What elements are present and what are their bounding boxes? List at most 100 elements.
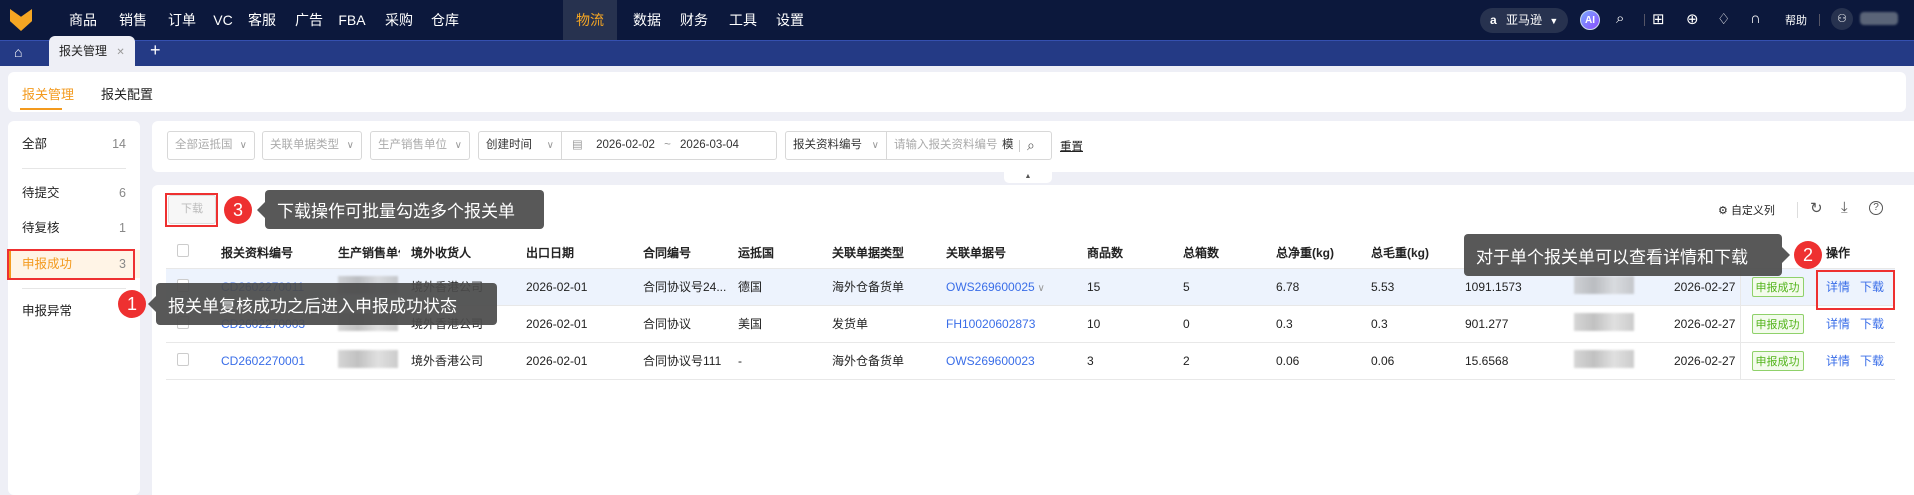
logo-icon[interactable] [10, 9, 32, 31]
boxes-value: 5 [1183, 279, 1190, 294]
annotation-box-download [165, 193, 218, 227]
country-select[interactable]: 全部运抵国 ∨ [167, 131, 255, 160]
nav-item-12[interactable]: 工具 [716, 0, 770, 40]
blurred-value [1574, 276, 1634, 294]
search-input[interactable]: 请输入报关资料编号 模 ⌕ [886, 131, 1052, 160]
cell: 5.53 [1360, 268, 1454, 306]
nav-item-0[interactable]: 商品 [56, 0, 110, 40]
date-separator: ~ [664, 139, 671, 151]
avatar[interactable]: ⚇ [1831, 8, 1853, 30]
custom-columns-button[interactable]: ⚙ 自定义列 [1718, 202, 1775, 218]
download-link[interactable]: 下载 [1860, 317, 1884, 331]
annotation-tooltip-3: 下载操作可批量勾选多个报关单 [265, 190, 544, 229]
sub-tabs: 报关管理 报关配置 [8, 72, 1906, 112]
close-icon[interactable]: ✕ [116, 47, 124, 58]
chevron-down-icon: ∨ [546, 140, 554, 151]
apps-grid-icon[interactable]: ⊞ [1652, 10, 1665, 28]
nav-item-10[interactable]: 数据 [620, 0, 674, 40]
chevron-down-icon: ∨ [346, 140, 354, 151]
detail-link[interactable]: 详情 [1826, 354, 1850, 368]
consignee-value: 境外香港公司 [411, 354, 484, 368]
net-value: 0.06 [1276, 353, 1300, 368]
cell: 海外仓备货单 [821, 268, 935, 306]
row-checkbox[interactable] [177, 352, 189, 366]
cell: 2026-02-01 [515, 305, 632, 343]
export-icon[interactable]: ⤓ [1841, 199, 1848, 216]
cell: FH10020602873 [935, 305, 1076, 343]
doc-no-link[interactable]: OWS269600023 [946, 354, 1035, 368]
detail-link[interactable]: 详情 [1826, 317, 1850, 331]
select-all-checkbox[interactable] [177, 244, 189, 258]
collapse-filter-toggle[interactable]: ▲ [1004, 172, 1052, 183]
time-field-select[interactable]: 创建时间 ∨ [478, 131, 562, 160]
download-circle-icon[interactable]: ⊕ [1686, 10, 1699, 28]
search-icon[interactable]: ⌕ [1616, 10, 1624, 27]
label: 全部运抵国 [175, 139, 233, 151]
label: 自定义列 [1730, 205, 1775, 217]
nav-item-9[interactable]: 物流 [563, 0, 617, 40]
ai-button[interactable]: AI [1580, 10, 1600, 30]
search-icon[interactable]: ⌕ [1027, 132, 1035, 159]
cell: 901.277 [1454, 305, 1563, 343]
column-header: 商品数 [1076, 237, 1172, 269]
subtab-customs-config[interactable]: 报关配置 [101, 84, 153, 103]
contract-value: 合同协议 [643, 317, 692, 331]
bell-icon[interactable]: ♢ [1717, 10, 1730, 28]
annotation-badge-1: 1 [118, 290, 146, 318]
doc-no-link[interactable]: OWS269600025 [946, 280, 1035, 294]
blurred-value [338, 350, 398, 368]
table-row[interactable]: CD2602270001 境外香港公司 2026-02-01 合同协议号111 - 海外仓… [166, 342, 1895, 380]
sidebar-item-all[interactable]: 全部 14 [8, 130, 140, 158]
count: 14 [112, 137, 126, 151]
headset-icon[interactable]: ∩ [1750, 10, 1761, 27]
customs-id-link[interactable]: CD2602270001 [221, 354, 305, 368]
subtab-customs-management[interactable]: 报关管理 [22, 84, 74, 103]
nav-item-4[interactable]: 客服 [235, 0, 289, 40]
annotation-badge-3: 3 [224, 196, 252, 224]
help-icon[interactable]: ? [1869, 201, 1883, 215]
cell: 发货单 [821, 305, 935, 343]
cell: CD2602270001 [210, 342, 327, 380]
calendar-icon: ▤ [572, 139, 583, 151]
add-tab-icon[interactable]: + [150, 40, 161, 61]
cell [1563, 305, 1663, 343]
help-link[interactable]: 帮助 [1785, 12, 1807, 28]
nav-item-11[interactable]: 财务 [667, 0, 721, 40]
divider [22, 288, 126, 289]
cell: 3 [1076, 342, 1172, 380]
nav-item-8[interactable]: 仓库 [418, 0, 472, 40]
nav-item-13[interactable]: 设置 [763, 0, 817, 40]
cell: 海外仓备货单 [821, 342, 935, 380]
download-link[interactable]: 下载 [1860, 354, 1884, 368]
home-icon[interactable]: ⌂ [14, 44, 22, 60]
tab-customs-management[interactable]: 报关管理 ✕ [49, 36, 135, 66]
cell: 境外香港公司 [400, 342, 515, 380]
cell: 申报成功 [1739, 305, 1815, 343]
fuzzy-toggle[interactable]: 模 [1002, 132, 1014, 159]
reset-button[interactable]: 重置 [1060, 138, 1083, 154]
sidebar-item-pending-submit[interactable]: 待提交 6 [8, 179, 140, 207]
country-value: 美国 [738, 317, 763, 331]
divider [1797, 202, 1798, 218]
chevron-down-icon[interactable]: ∨ [1035, 283, 1045, 294]
doc-no-link[interactable]: FH10020602873 [946, 317, 1035, 331]
cell: 0.06 [1265, 342, 1360, 380]
cell: 0.06 [1360, 342, 1454, 380]
gross-value: 5.53 [1371, 279, 1395, 294]
nav-item-1[interactable]: 销售 [106, 0, 160, 40]
nav-item-6[interactable]: FBA [325, 0, 379, 40]
refresh-icon[interactable]: ↻ [1810, 199, 1823, 217]
sidebar-item-pending-review[interactable]: 待复核 1 [8, 214, 140, 242]
gross-value: 0.06 [1371, 353, 1395, 368]
column-header: 境外收货人 [400, 237, 515, 269]
label: 3 [232, 200, 243, 220]
username-blurred[interactable] [1860, 12, 1898, 25]
doc-type-select[interactable]: 关联单据类型 ∨ [262, 131, 362, 160]
search-field-select[interactable]: 报关资料编号 ∨ [785, 131, 887, 160]
platform-selector[interactable]: a 亚马逊 ▼ [1480, 8, 1568, 33]
unit-select[interactable]: 生产销售单位 ∨ [370, 131, 470, 160]
chevron-down-icon: ∨ [454, 140, 462, 151]
date-range-picker[interactable]: ▤ 2026-02-02 ~ 2026-03-04 [561, 131, 777, 160]
created-value: 2026-02-27 [1674, 316, 1736, 331]
label: 下载操作可批量勾选多个报关单 [277, 202, 515, 221]
